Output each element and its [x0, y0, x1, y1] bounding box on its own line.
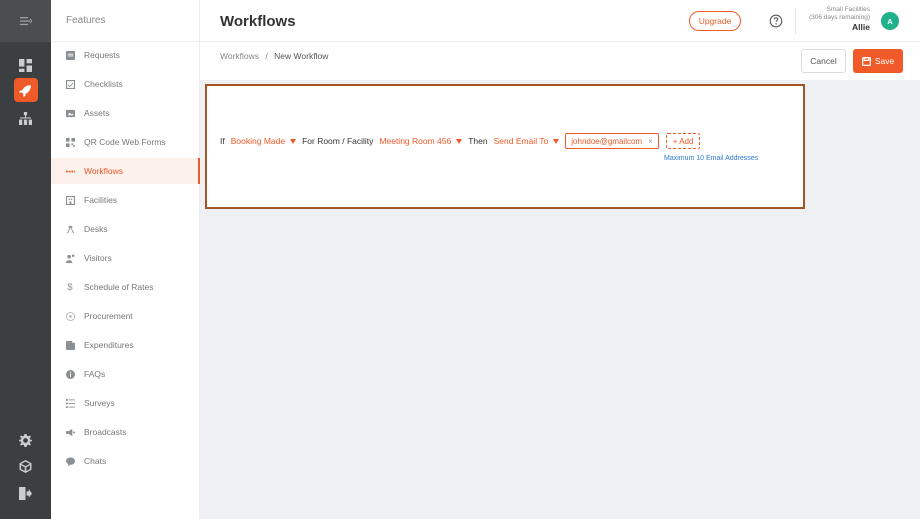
- if-label: If: [220, 136, 225, 146]
- page-title: Workflows: [220, 13, 296, 30]
- sidebar-item-checklists[interactable]: Checklists: [51, 71, 200, 97]
- sidebar-item-label: Workflows: [84, 166, 124, 176]
- email-chip: johndoe@gmailcom ×: [565, 133, 659, 149]
- sidebar-item-surveys[interactable]: Surveys: [51, 390, 200, 416]
- breadcrumb-separator: /: [265, 51, 268, 61]
- clipboard-icon: [65, 50, 75, 60]
- room-select[interactable]: Meeting Room 456: [379, 136, 463, 146]
- breadcrumb-current: New Workflow: [274, 51, 329, 61]
- info-icon: [65, 369, 75, 379]
- assets-icon: [65, 108, 75, 118]
- avatar[interactable]: A: [881, 12, 899, 30]
- max-emails-note: Maximum 10 Email Addresses: [664, 155, 759, 162]
- qr-code-icon: [65, 137, 75, 147]
- icon-rail: [0, 0, 51, 519]
- building-icon: [65, 195, 75, 205]
- sidebar-item-workflows[interactable]: Workflows: [51, 158, 200, 184]
- checklist-icon: [65, 79, 75, 89]
- survey-icon: [65, 398, 75, 408]
- caret-down-icon: [553, 138, 560, 144]
- sidebar-item-label: Schedule of Rates: [84, 282, 154, 292]
- account-name: Allie: [852, 22, 870, 32]
- account-info[interactable]: Small Facilities (306 days remaining) Al…: [809, 6, 870, 33]
- org-chart-icon[interactable]: [0, 106, 51, 130]
- sidebar-item-procurement[interactable]: Procurement: [51, 303, 200, 329]
- sidebar-item-label: Procurement: [84, 311, 133, 321]
- sidebar-item-label: Checklists: [84, 79, 123, 89]
- rail-active-pill: [13, 78, 38, 102]
- cube-icon[interactable]: [0, 454, 51, 478]
- sidebar-item-desks[interactable]: Desks: [51, 216, 200, 242]
- visitors-icon: [65, 253, 75, 263]
- dollar-icon: $: [67, 282, 73, 292]
- room-value: Meeting Room 456: [379, 136, 452, 146]
- account-days-remaining: (306 days remaining): [808, 14, 870, 21]
- sidebar-item-label: Facilities: [84, 195, 118, 205]
- sidebar-item-label: FAQs: [84, 369, 106, 379]
- sidebar-item-label: Visitors: [84, 253, 112, 263]
- sidebar-title: Features: [51, 0, 199, 42]
- save-button-label: Save: [874, 56, 895, 66]
- megaphone-icon: [65, 427, 75, 437]
- close-icon[interactable]: ×: [648, 137, 653, 146]
- workflow-rule-card: If Booking Made For Room / Facility Meet…: [205, 84, 805, 209]
- sidebar-item-assets[interactable]: Assets: [51, 100, 200, 126]
- sidebar-item-label: Requests: [84, 50, 120, 60]
- sidebar-item-label: Broadcasts: [84, 427, 127, 437]
- sidebar-item-label: Desks: [84, 224, 108, 234]
- sidebar-item-schedule-of-rates[interactable]: $ Schedule of Rates: [51, 274, 200, 300]
- account-plan: Small Facilities: [826, 6, 870, 13]
- sidebar-item-expenditures[interactable]: Expenditures: [51, 332, 200, 358]
- caret-down-icon: [290, 138, 297, 144]
- features-sidebar: Features Requests Checklists Assets QR C…: [51, 0, 200, 519]
- save-icon: [861, 56, 871, 66]
- dashboard-icon[interactable]: [0, 53, 51, 77]
- menu-collapse-icon[interactable]: [0, 0, 51, 42]
- email-chip-label: johndoe@gmailcom: [571, 136, 643, 146]
- wallet-icon: [65, 340, 75, 350]
- sidebar-item-label: Expenditures: [84, 340, 134, 350]
- header-divider: [795, 8, 796, 34]
- gear-icon[interactable]: [0, 428, 51, 452]
- trigger-select[interactable]: Booking Made: [230, 136, 297, 146]
- workflow-canvas: If Booking Made For Room / Facility Meet…: [200, 80, 920, 519]
- action-value: Send Email To: [493, 136, 549, 146]
- logout-icon[interactable]: [0, 481, 51, 505]
- sidebar-item-faqs[interactable]: FAQs: [51, 361, 200, 387]
- sidebar-item-label: QR Code Web Forms: [84, 137, 166, 147]
- rocket-icon[interactable]: [0, 78, 51, 102]
- chat-icon: [65, 456, 75, 466]
- save-button[interactable]: Save: [853, 49, 903, 73]
- sidebar-item-label: Surveys: [84, 398, 115, 408]
- procurement-icon: [65, 311, 75, 321]
- sidebar-item-broadcasts[interactable]: Broadcasts: [51, 419, 200, 445]
- help-icon[interactable]: [769, 14, 783, 28]
- sidebar-item-label: Assets: [84, 108, 110, 118]
- sidebar-item-chats[interactable]: Chats: [51, 448, 200, 474]
- sidebar-item-label: Chats: [84, 456, 107, 466]
- desk-icon: [65, 224, 75, 234]
- then-label: Then: [468, 136, 488, 146]
- upgrade-button[interactable]: Upgrade: [689, 11, 741, 31]
- sidebar-item-qr-code-web-forms[interactable]: QR Code Web Forms: [51, 129, 200, 155]
- breadcrumb: Workflows / New Workflow: [220, 51, 328, 61]
- caret-down-icon: [456, 138, 463, 144]
- cancel-button[interactable]: Cancel: [801, 49, 846, 73]
- sidebar-item-requests[interactable]: Requests: [51, 42, 200, 68]
- workflow-rule: If Booking Made For Room / Facility Meet…: [220, 133, 701, 149]
- workflow-icon: [65, 166, 75, 176]
- trigger-value: Booking Made: [230, 136, 286, 146]
- sidebar-item-visitors[interactable]: Visitors: [51, 245, 200, 271]
- sidebar-item-facilities[interactable]: Facilities: [51, 187, 200, 213]
- top-header: Workflows Upgrade Small Facilities (306 …: [200, 0, 920, 42]
- action-select[interactable]: Send Email To: [494, 136, 560, 146]
- for-room-label: For Room / Facility: [302, 136, 374, 146]
- add-email-button[interactable]: + Add: [665, 133, 701, 149]
- subheader: Workflows / New Workflow Cancel Save: [200, 42, 920, 80]
- breadcrumb-root[interactable]: Workflows: [220, 51, 259, 61]
